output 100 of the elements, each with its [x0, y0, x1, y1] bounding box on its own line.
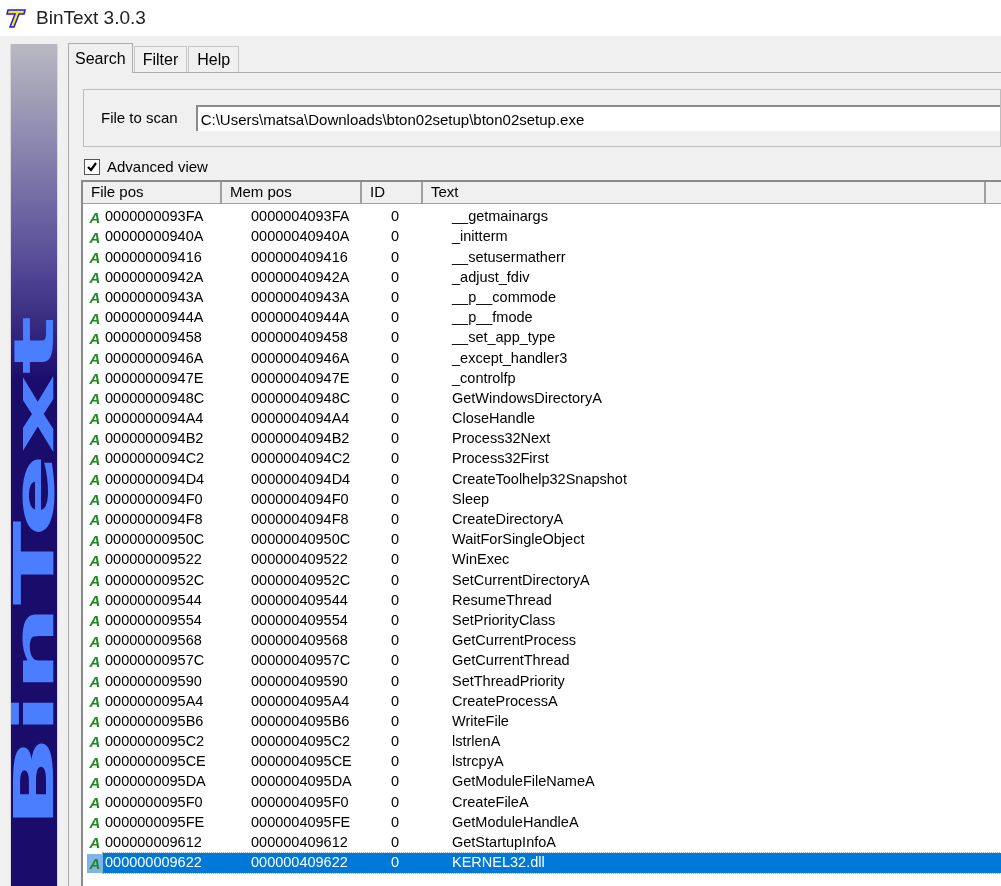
table-row[interactable]: A 00000000944A 00000040944A 0 __p__fmode — [83, 307, 1001, 329]
table-cell-text: 00000040948C — [250, 388, 352, 408]
table-cell-text: 0000004094C2 — [250, 449, 352, 469]
table-row[interactable]: A 0000000095DA 0000004095DA 0 GetModuleFileNameA — [83, 772, 1001, 793]
table-cell-text: CreateToolhelp32Snapshot — [451, 469, 628, 489]
table-row[interactable]: A 000000009458 000000409458 0 __set_app_type — [83, 328, 1001, 349]
advanced-view-checkbox[interactable] — [84, 159, 100, 175]
tab[interactable]: Filter — [133, 46, 188, 72]
table-cell-text: 000000409590 — [250, 671, 349, 691]
table-row[interactable]: A 00000000942A 00000040942A 0 _adjust_fdiv — [83, 267, 1001, 288]
table-row[interactable]: A 0000000094A4 0000004094A4 0 CloseHandle — [83, 408, 1001, 430]
table-row[interactable]: A 000000009416 000000409416 0 __setusermatherr — [83, 247, 1001, 268]
table-cell-text: CreateProcessA — [451, 691, 559, 711]
table-row[interactable]: A 00000000943A 00000040943A 0 __p__commode — [83, 287, 1001, 308]
string-type-mark: A — [88, 651, 102, 671]
table-cell-text: GetWindowsDirectoryA — [451, 388, 603, 408]
table-row[interactable]: A 0000000095FE 0000004095FE 0 GetModuleHandleA — [83, 812, 1001, 833]
string-type-mark: A — [88, 429, 102, 449]
table-cell-text: WriteFile — [451, 711, 510, 731]
table-cell-text: 0000004095DA — [250, 772, 353, 792]
table-cell-text: 000000409544 — [250, 590, 349, 610]
string-type-mark: A — [88, 247, 102, 267]
table-cell-text: 00000040942A — [250, 267, 351, 287]
table-row[interactable]: A 000000009544 000000409544 0 ResumeThread — [83, 590, 1001, 611]
table-cell-text: 000000009416 — [104, 247, 203, 267]
table-row[interactable]: A 0000000093FA 0000004093FA 0 __getmainargs — [83, 207, 1001, 228]
table-cell-text: 0 — [390, 287, 401, 307]
string-type-mark: A — [88, 772, 102, 792]
string-type-mark: A — [88, 288, 102, 308]
table-cell-text: 0 — [390, 691, 401, 711]
table-row[interactable]: A 00000000948C 00000040948C 0 GetWindowsDirectoryA — [83, 388, 1001, 409]
table-row[interactable]: A 000000009568 000000409568 0 GetCurrentProcess — [83, 630, 1001, 652]
tab[interactable]: Search — [68, 43, 133, 73]
table-cell-text: 0 — [390, 510, 401, 530]
table-row[interactable]: A 0000000094F0 0000004094F0 0 Sleep — [83, 489, 1001, 510]
table-cell-text: __p__commode — [450, 287, 557, 307]
table-row[interactable]: A 00000000952C 00000040952C 0 SetCurrentDirectoryA — [83, 570, 1001, 591]
table-cell-text: 0 — [390, 772, 401, 792]
table-cell-text: 0 — [390, 833, 401, 853]
table-row[interactable]: A 0000000094D4 0000004094D4 0 CreateToolhelp32Snapshot — [83, 469, 1001, 490]
column-header[interactable]: Text — [423, 182, 986, 204]
table-cell-text: SetThreadPriority — [451, 671, 566, 691]
table-row[interactable]: A 000000009554 000000409554 0 SetPriorityClass — [83, 610, 1001, 631]
string-type-mark: A — [88, 328, 102, 348]
table-cell-text: 000000009622 — [104, 853, 203, 873]
table-cell-text: 0 — [390, 570, 401, 590]
table-row[interactable]: A 00000000950C 00000040950C 0 WaitForSingleObject — [83, 530, 1001, 551]
column-header[interactable]: ID — [362, 182, 423, 204]
table-row[interactable]: A 00000000940A 00000040940A 0 _initterm — [83, 227, 1001, 248]
table-cell-text: 0000000094F8 — [104, 510, 204, 530]
file-path-field[interactable]: C:\Users\matsa\Downloads\bton02setup\bton02setup.exe — [195, 105, 1000, 131]
string-type-mark: A — [88, 490, 102, 510]
table-row[interactable]: A 0000000095A4 0000004095A4 0 CreateProcessA — [83, 691, 1001, 712]
table-row[interactable]: A 000000009612 000000409612 0 GetStartupInfoA — [83, 832, 1001, 853]
table-cell-text: _except_handler3 — [450, 348, 569, 368]
table-row[interactable]: A 00000000947E 00000040947E 0 _controlfp — [83, 368, 1001, 389]
table-cell-text: 0 — [390, 489, 401, 509]
table-cell-text: 0000004094F8 — [250, 510, 350, 530]
table-row[interactable]: A 00000000946A 00000040946A 0 _except_handler3 — [83, 348, 1001, 369]
table-cell-text: 0000004095A4 — [250, 691, 351, 711]
string-type-mark: A — [88, 732, 102, 752]
table-cell-text: 0000000094D4 — [104, 469, 206, 489]
table-row[interactable]: A 00000000957C 00000040957C 0 GetCurrentThread — [83, 651, 1001, 672]
table-row[interactable]: A 0000000094F8 0000004094F8 0 CreateDirectoryA — [83, 509, 1001, 530]
table-row[interactable]: A 000000009522 000000409522 0 WinExec — [83, 550, 1001, 571]
table-row[interactable]: A 0000000095CE 0000004095CE 0 lstrcpyA — [83, 752, 1001, 773]
table-cell-text: 00000040946A — [250, 348, 351, 368]
table-cell-text: 000000009590 — [104, 671, 203, 691]
table-cell-text: CloseHandle — [451, 409, 537, 429]
string-type-mark: A — [88, 227, 102, 247]
table-row[interactable]: A 0000000094C2 0000004094C2 0 Process32First — [83, 449, 1001, 470]
table-row[interactable]: A 0000000095B6 0000004095B6 0 WriteFile — [83, 711, 1001, 732]
table-cell-text: 0000004095CE — [250, 752, 353, 772]
string-type-mark: A — [88, 550, 102, 570]
table-cell-text: 0 — [390, 530, 401, 550]
column-header[interactable]: Mem pos — [222, 182, 362, 204]
table-cell-text: GetStartupInfoA — [451, 833, 557, 853]
advanced-view-label[interactable]: Advanced view — [107, 155, 208, 179]
table-cell-text: WaitForSingleObject — [451, 530, 586, 550]
table-cell-text: 0000000094C2 — [104, 449, 206, 469]
app-logo-icon — [4, 6, 28, 30]
table-cell-text: 00000040940A — [250, 227, 351, 247]
table-cell-text: 0 — [390, 429, 401, 449]
table-cell-text: 0 — [390, 631, 401, 651]
table-cell-text: lstrcpyA — [451, 752, 505, 772]
table-cell-text: 0 — [390, 388, 401, 408]
table-row[interactable]: A 0000000095C2 0000004095C2 0 lstrlenA — [83, 731, 1001, 753]
table-row[interactable]: A 0000000094B2 0000004094B2 0 Process32Next — [83, 429, 1001, 450]
table-cell-text: ResumeThread — [451, 590, 553, 610]
table-cell-text: 0 — [390, 610, 401, 630]
table-cell-text: Process32First — [451, 449, 550, 469]
table-row[interactable]: A 000000009590 000000409590 0 SetThreadPriority — [83, 671, 1001, 692]
table-row[interactable]: A 0000000095F0 0000004095F0 0 CreateFileA — [83, 792, 1001, 813]
column-header[interactable]: File pos — [83, 182, 222, 204]
tab[interactable]: Help — [188, 46, 240, 72]
table-cell-text: 00000000946A — [104, 348, 205, 368]
table-cell-text: KERNEL32.dll — [451, 853, 546, 873]
table-cell-text: 000000409612 — [250, 833, 349, 853]
table-cell-text: 00000000942A — [104, 267, 205, 287]
logo-text: BinText — [12, 315, 56, 829]
